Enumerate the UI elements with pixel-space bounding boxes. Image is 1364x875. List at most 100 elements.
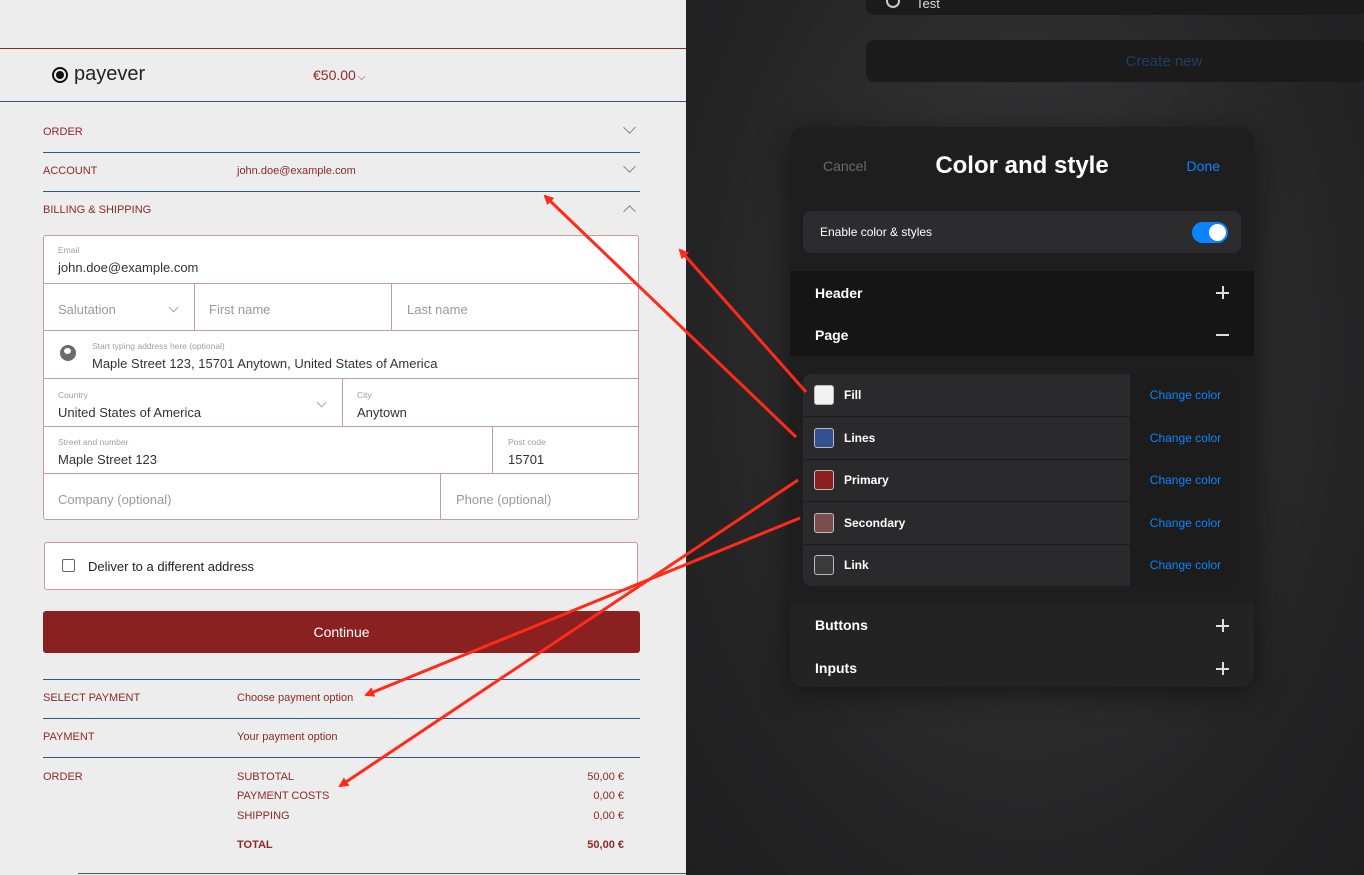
color-row-primary: Primary Change color	[803, 459, 1241, 502]
section-payment[interactable]: PAYMENT Your payment option	[43, 718, 640, 756]
country-select[interactable]: Country United States of America	[44, 379, 342, 427]
first-name-placeholder: First name	[209, 302, 271, 317]
billing-form: Email john.doe@example.com Salutation Fi…	[43, 235, 639, 520]
company-field[interactable]: Company (optional)	[44, 474, 440, 520]
color-name: Fill	[844, 388, 862, 402]
deliver-checkbox[interactable]	[62, 559, 75, 572]
email-value: john.doe@example.com	[58, 260, 199, 275]
color-row-secondary: Secondary Change color	[803, 501, 1241, 545]
summary-row-amount: 0,00 €	[593, 790, 624, 802]
section-billing[interactable]: BILLING & SHIPPING	[43, 191, 640, 229]
country-value: United States of America	[58, 405, 202, 420]
accordion-inputs-label[interactable]: Inputs	[815, 660, 857, 676]
phone-placeholder: Phone (optional)	[456, 492, 552, 507]
color-row-fill: Fill Change color	[803, 374, 1241, 417]
change-color-button[interactable]: Change color	[1130, 459, 1241, 501]
company-phone-row: Company (optional) Phone (optional)	[44, 473, 638, 520]
street-postcode-row: Street and number Maple Street 123 Post …	[44, 426, 638, 474]
city-label: City	[357, 390, 372, 400]
salutation-placeholder: Salutation	[58, 302, 116, 317]
plus-icon[interactable]	[1216, 286, 1229, 299]
company-placeholder: Company (optional)	[58, 492, 172, 507]
section-account-label: ACCOUNT	[43, 165, 98, 177]
summary-row-amount: 0,00 €	[593, 810, 624, 822]
accordion-buttons-label[interactable]: Buttons	[815, 617, 868, 633]
enable-label: Enable color & styles	[820, 225, 933, 239]
color-row-link: Link Change color	[803, 544, 1241, 586]
email-label: Email	[58, 245, 80, 255]
logo-text: payever	[74, 63, 146, 85]
price-dropdown[interactable]: €50.00 ⌵	[313, 67, 365, 83]
divider	[43, 757, 640, 758]
summary-row-amount: 50,00 €	[587, 771, 624, 783]
color-swatch[interactable]	[814, 385, 834, 405]
test-option[interactable]: Test	[866, 0, 1364, 15]
section-order-label: ORDER	[43, 126, 83, 138]
chevron-down-icon	[623, 160, 636, 173]
chevron-down-icon	[316, 397, 327, 408]
change-color-button[interactable]: Change color	[1130, 501, 1241, 544]
color-swatch[interactable]	[814, 470, 834, 490]
color-swatch[interactable]	[814, 512, 834, 533]
color-row-lines: Lines Change color	[803, 416, 1241, 460]
accordion-block	[790, 603, 1254, 687]
create-new-button[interactable]: Create new	[866, 40, 1364, 82]
city-field[interactable]: City Anytown	[342, 379, 638, 427]
color-name: Secondary	[844, 515, 906, 530]
chevron-down-icon: ⌵	[357, 72, 366, 83]
accordion-header-label[interactable]: Header	[815, 285, 862, 301]
summary-row-name: SHIPPING	[237, 810, 290, 822]
checkout-preview: payever €50.00 ⌵ ORDER ACCOUNT john.doe@e…	[0, 0, 686, 875]
summary-row-name: SUBTOTAL	[237, 771, 295, 783]
street-label: Street and number	[58, 437, 129, 447]
country-label: Country	[58, 390, 88, 400]
country-city-row: Country United States of America City An…	[44, 378, 638, 427]
postcode-field[interactable]: Post code 15701	[492, 427, 638, 474]
radio-icon[interactable]	[886, 0, 900, 8]
chevron-down-icon	[168, 302, 179, 313]
first-name-field[interactable]: First name	[194, 284, 391, 331]
checkout-header: payever €50.00 ⌵	[0, 49, 686, 101]
summary-total-amount: 50,00 €	[587, 839, 624, 851]
deliver-label: Deliver to a different address	[88, 559, 254, 574]
section-select-payment[interactable]: SELECT PAYMENT Choose payment option	[43, 679, 640, 717]
last-name-field[interactable]: Last name	[391, 284, 638, 331]
accordion-page-label[interactable]: Page	[815, 327, 848, 343]
city-value: Anytown	[357, 405, 407, 420]
change-color-label: Change color	[1149, 515, 1222, 530]
change-color-button[interactable]: Change color	[1130, 416, 1241, 459]
continue-button[interactable]: Continue	[43, 611, 640, 653]
chevron-up-icon	[623, 205, 636, 218]
change-color-label: Change color	[1149, 558, 1222, 572]
change-color-label: Change color	[1149, 473, 1222, 487]
price-value: €50.00	[313, 67, 356, 83]
change-color-label: Change color	[1149, 388, 1222, 402]
accordion-block	[790, 271, 1254, 356]
payever-logo: payever	[52, 63, 145, 86]
plus-icon[interactable]	[1216, 662, 1229, 675]
deliver-different-address[interactable]: Deliver to a different address	[44, 542, 638, 590]
change-color-button[interactable]: Change color	[1130, 374, 1241, 416]
email-field[interactable]: Email john.doe@example.com	[44, 236, 638, 283]
payment-value: Your payment option	[237, 731, 338, 743]
address-field[interactable]: Start typing address here (optional) Map…	[44, 330, 638, 379]
section-account[interactable]: ACCOUNT john.doe@example.com	[43, 152, 640, 190]
street-field[interactable]: Street and number Maple Street 123	[44, 427, 492, 474]
summary-row-name: PAYMENT COSTS	[237, 790, 330, 802]
postcode-label: Post code	[508, 437, 546, 447]
phone-field[interactable]: Phone (optional)	[440, 474, 638, 520]
test-label: Test	[916, 0, 940, 11]
name-row: Salutation First name Last name	[44, 283, 638, 331]
salutation-select[interactable]: Salutation	[44, 284, 194, 331]
enable-color-styles-row: Enable color & styles	[803, 211, 1241, 253]
change-color-button[interactable]: Change color	[1130, 544, 1241, 586]
color-swatch[interactable]	[814, 555, 834, 575]
bottom-divider	[78, 873, 686, 874]
color-swatch[interactable]	[814, 427, 834, 448]
done-button[interactable]: Done	[1187, 158, 1220, 174]
minus-icon[interactable]	[1216, 334, 1229, 336]
enable-toggle[interactable]	[1192, 222, 1228, 243]
create-new-label: Create new	[1125, 53, 1203, 70]
section-order[interactable]: ORDER	[43, 113, 640, 151]
plus-icon[interactable]	[1216, 619, 1229, 632]
